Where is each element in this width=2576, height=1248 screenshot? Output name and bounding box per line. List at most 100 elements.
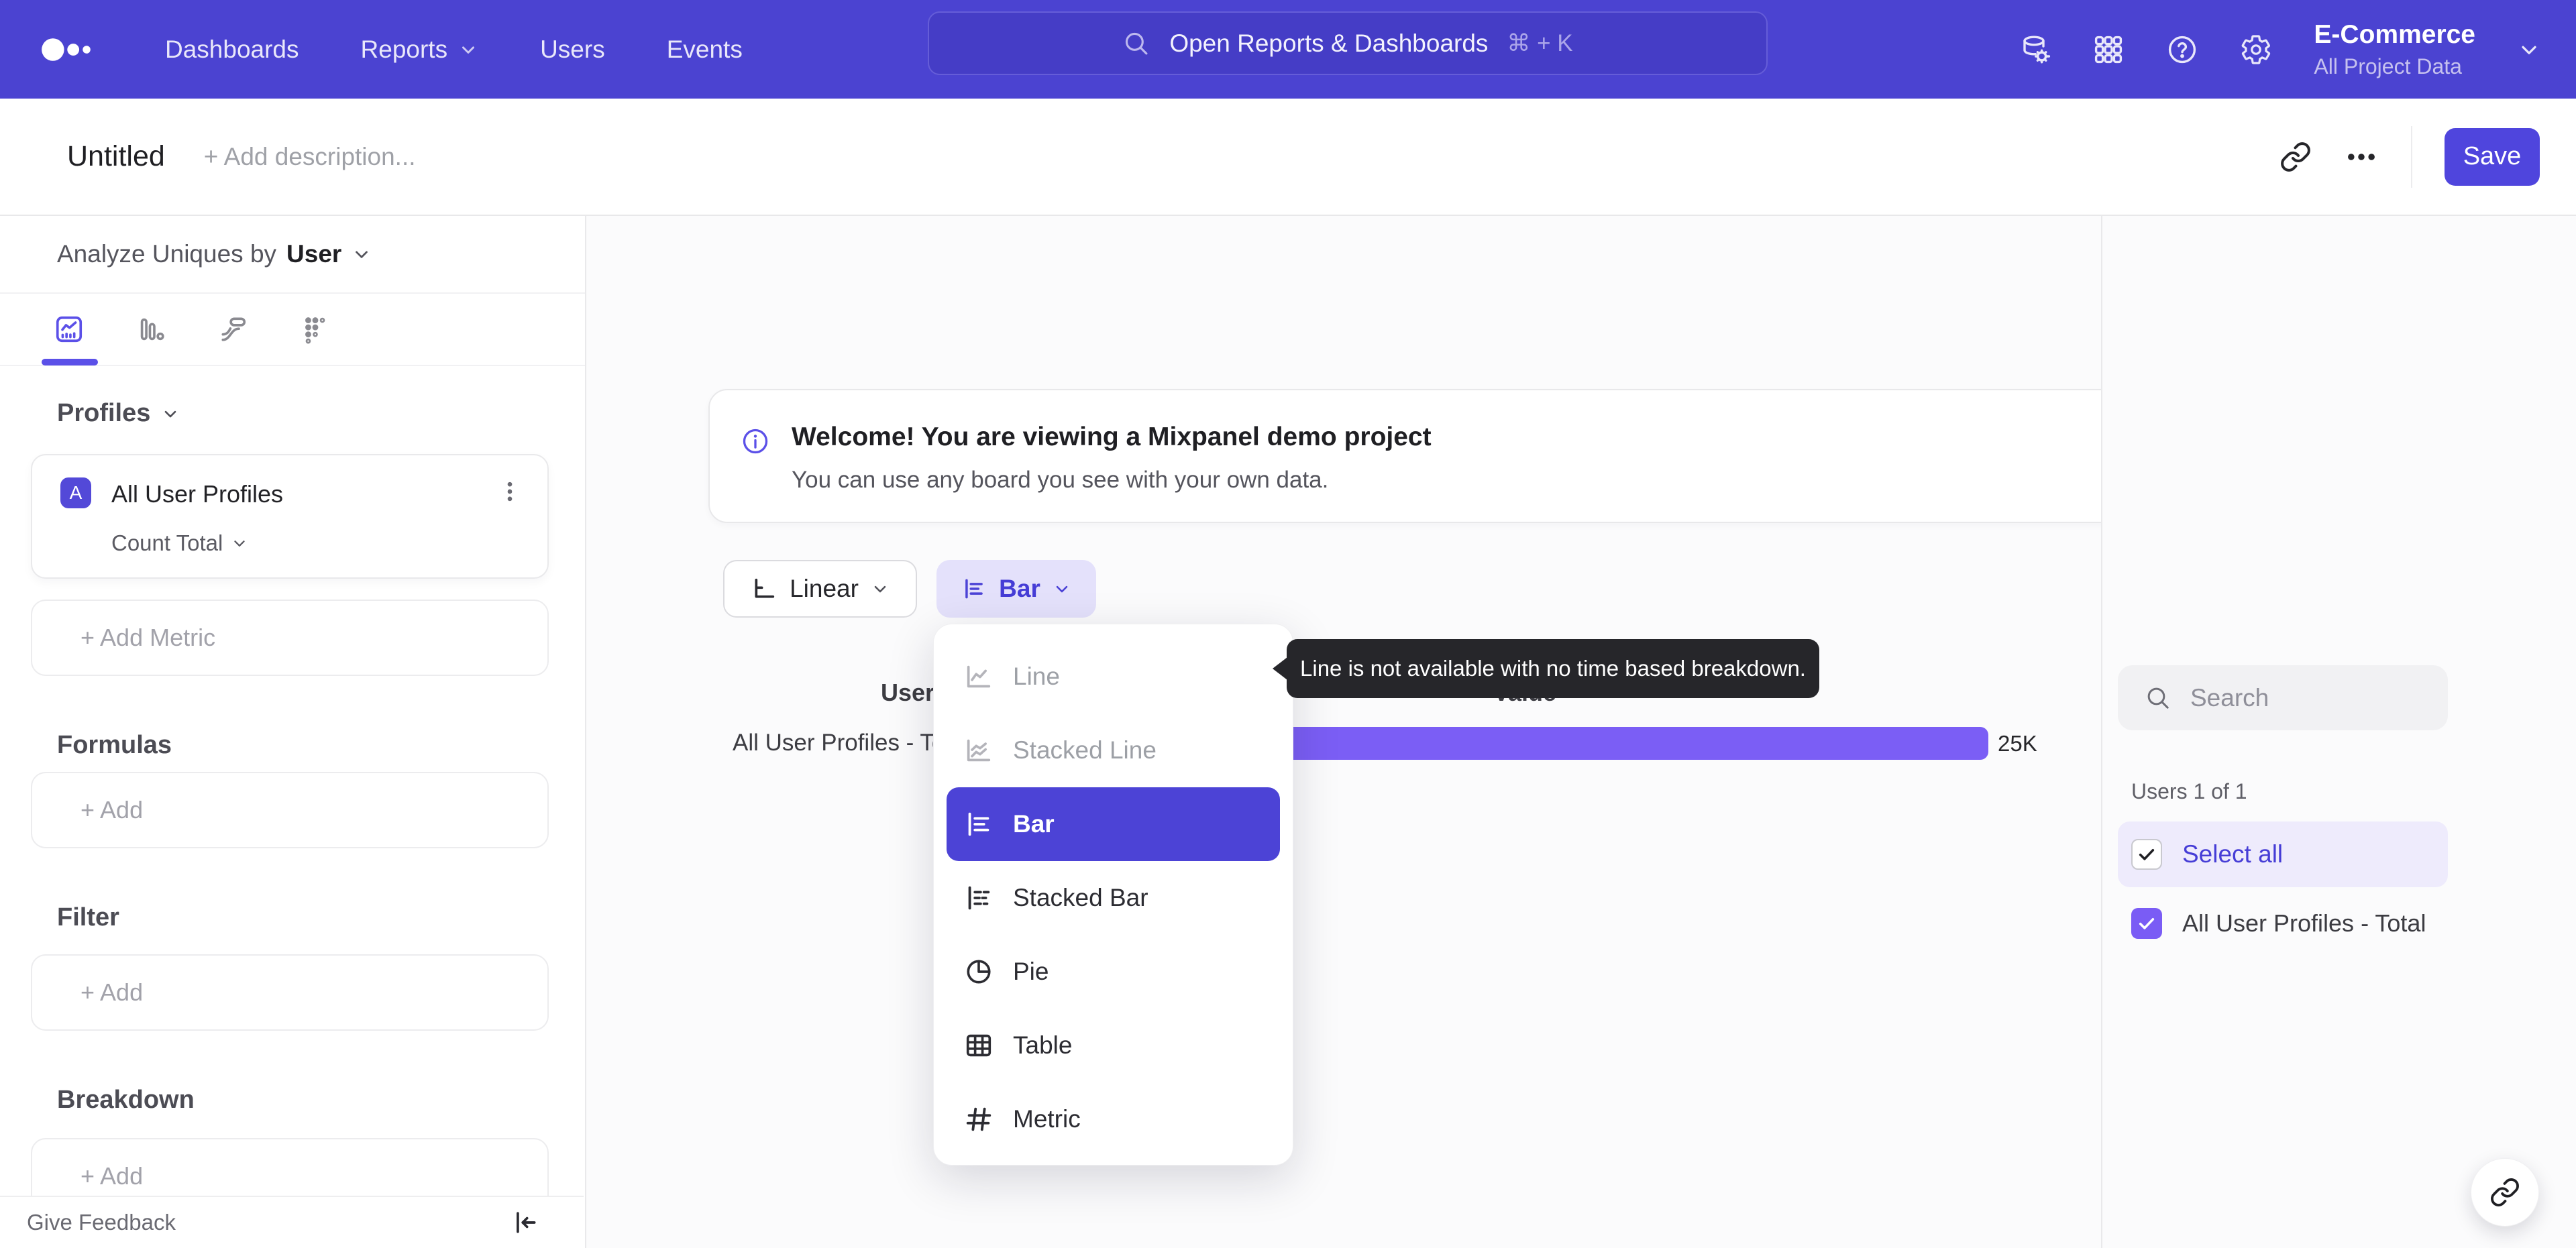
dropdown-item-label: Stacked Bar (1013, 884, 1148, 911)
nav-item-label: Users (540, 35, 605, 63)
save-button[interactable]: Save (2445, 127, 2540, 186)
search-placeholder: Open Reports & Dashboards (1169, 29, 1489, 57)
share-link-fab[interactable] (2471, 1158, 2539, 1227)
stacked-bar-chart-icon (968, 886, 990, 910)
dropdown-item-label: Line (1013, 663, 1060, 690)
line-chart-icon (967, 665, 991, 688)
settings-gear-icon[interactable] (2240, 34, 2272, 66)
stacked-line-chart-icon (967, 739, 991, 762)
tab-funnels[interactable] (136, 314, 166, 345)
dropdown-item-pie[interactable]: Pie (934, 935, 1293, 1009)
dropdown-item-label: Pie (1013, 958, 1049, 985)
nav-item-reports[interactable]: Reports (361, 36, 479, 64)
banner-subtitle: You can use any board you see with your … (792, 467, 1329, 493)
dropdown-item-label: Bar (1013, 810, 1055, 838)
dropdown-item-stacked-line[interactable]: Stacked Line (934, 714, 1293, 787)
add-filter-button[interactable]: + Add (31, 954, 549, 1031)
metric-hash-icon (966, 1107, 991, 1131)
chevron-down-icon (234, 541, 246, 547)
search-icon (1126, 32, 1148, 54)
chart-type-label: Bar (999, 575, 1040, 602)
copy-link-icon[interactable] (2279, 141, 2312, 173)
help-icon[interactable] (2166, 34, 2198, 66)
nav-right-cluster: E-Commerce All Project Data (2019, 0, 2541, 99)
chevron-down-icon (1056, 585, 1068, 593)
bar-chart-icon (968, 812, 989, 836)
section-heading-label: Filter (57, 903, 119, 931)
query-builder-sidebar: Analyze Uniques by User Profiles A All U… (0, 216, 586, 1248)
tab-insights[interactable] (54, 314, 85, 345)
more-options-icon[interactable] (2344, 139, 2379, 174)
report-toolbar: Untitled + Add description... Save (0, 99, 2576, 216)
banner-title: Welcome! You are viewing a Mixpanel demo… (792, 422, 1432, 451)
chevron-down-icon[interactable] (352, 244, 372, 264)
dropdown-item-table[interactable]: Table (934, 1009, 1293, 1082)
tab-retention[interactable] (300, 314, 331, 345)
primary-nav: Dashboards Reports Users Events (165, 36, 743, 64)
search-icon (2147, 687, 2169, 709)
select-all-checkbox[interactable] (2131, 839, 2162, 870)
report-title[interactable]: Untitled (67, 140, 165, 173)
profiles-section-heading[interactable]: Profiles (57, 399, 180, 428)
bar-chart-icon (965, 579, 983, 599)
add-metric-button[interactable]: + Add Metric (31, 600, 549, 676)
mixpanel-logo[interactable] (40, 34, 101, 65)
project-name: E-Commerce (2314, 19, 2475, 49)
series-item-label: All User Profiles - Total (2182, 909, 2426, 937)
give-feedback-link[interactable]: Give Feedback (27, 1210, 176, 1235)
tooltip-text: Line is not available with no time based… (1300, 656, 1806, 681)
chevron-down-icon (874, 585, 886, 593)
analyze-uniques-row: Analyze Uniques by User (0, 216, 585, 294)
content-area: Analyze Uniques by User Profiles A All U… (0, 216, 2576, 1248)
section-heading-label: Formulas (57, 731, 172, 759)
bar-value-label: 25K (1998, 731, 2037, 756)
info-icon (741, 427, 770, 456)
dropdown-item-line[interactable]: Line (934, 640, 1293, 714)
dropdown-item-label: Stacked Line (1013, 736, 1157, 764)
dropdown-item-metric[interactable]: Metric (934, 1082, 1293, 1156)
toolbar-actions: Save (2279, 125, 2540, 188)
table-icon (966, 1034, 991, 1057)
check-icon (2139, 918, 2155, 929)
nav-item-dashboards[interactable]: Dashboards (165, 36, 299, 64)
dropdown-item-stacked-bar[interactable]: Stacked Bar (934, 861, 1293, 935)
metric-badge: A (60, 477, 91, 508)
metric-card-all-user-profiles[interactable]: A All User Profiles Count Total (31, 454, 549, 579)
chevron-down-icon (2522, 46, 2536, 54)
section-heading-label: Breakdown (57, 1086, 195, 1114)
metric-aggregation-selector[interactable]: Count Total (111, 530, 248, 556)
scale-label: Linear (790, 575, 859, 602)
sidebar-footer: Give Feedback (0, 1196, 584, 1248)
nav-item-label: Reports (360, 35, 448, 63)
apps-grid-icon[interactable] (2092, 34, 2125, 66)
add-formula-button[interactable]: + Add (31, 772, 549, 848)
series-item-row[interactable]: All User Profiles - Total (2118, 895, 2448, 952)
chevron-down-icon (165, 410, 176, 417)
nav-item-users[interactable]: Users (540, 36, 605, 64)
scale-selector-button[interactable]: Linear (723, 560, 917, 618)
active-tab-indicator (42, 359, 98, 365)
analyze-entity-selector[interactable]: User (286, 240, 341, 268)
select-all-row[interactable]: Select all (2118, 821, 2448, 887)
series-search-input[interactable]: Search (2118, 665, 2448, 730)
series-panel: Search Users 1 of 1 Select all All User … (2101, 216, 2576, 1248)
series-checkbox[interactable] (2131, 908, 2162, 939)
pie-chart-icon (967, 960, 991, 984)
report-type-tabs (0, 295, 585, 366)
tab-flows[interactable] (218, 314, 249, 345)
nav-item-events[interactable]: Events (667, 36, 743, 64)
series-count-label: Users 1 of 1 (2131, 779, 2247, 803)
global-search[interactable]: Open Reports & Dashboards ⌘ + K (928, 11, 1768, 75)
dropdown-item-bar[interactable]: Bar (947, 787, 1280, 861)
collapse-sidebar-icon[interactable] (510, 1208, 539, 1237)
report-description-placeholder[interactable]: + Add description... (204, 143, 416, 171)
section-heading-label: Profiles (57, 399, 151, 427)
chart-type-button[interactable]: Bar (936, 560, 1096, 618)
chevron-down-icon (462, 46, 475, 54)
search-shortcut: ⌘ + K (1507, 30, 1573, 56)
top-nav: Dashboards Reports Users Events Open Rep… (0, 0, 2576, 99)
project-switcher[interactable]: E-Commerce All Project Data (2314, 20, 2475, 79)
data-management-icon[interactable] (2019, 34, 2051, 66)
metric-kebab-icon[interactable] (496, 478, 523, 505)
metric-name[interactable]: All User Profiles (111, 480, 283, 508)
